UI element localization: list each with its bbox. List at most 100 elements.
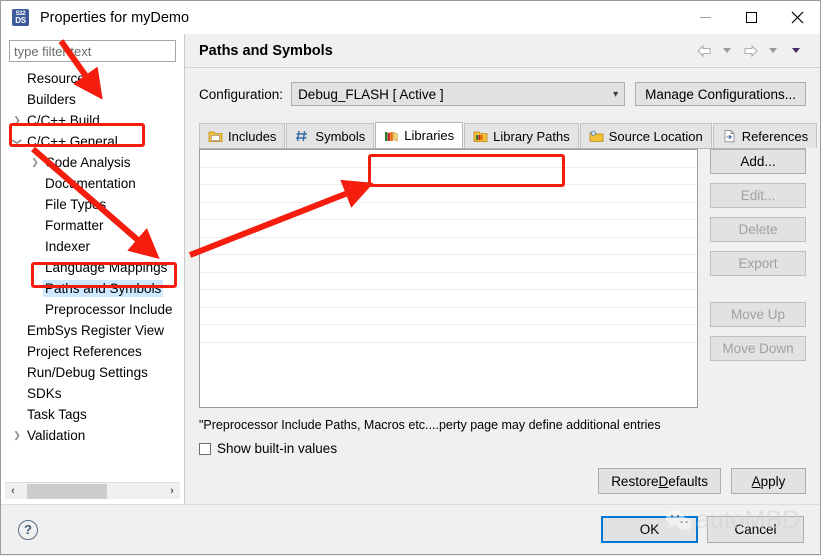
list-row[interactable] (200, 238, 697, 255)
list-row[interactable] (200, 203, 697, 220)
tree-indent-spacer: ❯ (9, 368, 25, 377)
tree-item-label: Resource (27, 71, 85, 86)
show-builtin-values-checkbox[interactable] (199, 442, 211, 455)
list-row[interactable] (200, 168, 697, 185)
list-row[interactable] (200, 150, 697, 168)
tree-item-label: Preprocessor Include (45, 302, 173, 317)
tab-label: References (741, 128, 809, 144)
scrollbar-track[interactable] (21, 483, 164, 499)
tab-label: Libraries (404, 128, 455, 143)
chevron-right-icon[interactable]: ❯ (9, 431, 25, 440)
chevron-down-filled-icon (792, 48, 800, 53)
back-menu-button[interactable] (717, 41, 737, 61)
tree-item-task-tags[interactable]: ❯Task Tags (1, 404, 184, 425)
list-row[interactable] (200, 220, 697, 238)
close-button[interactable] (774, 1, 820, 34)
configuration-dropdown[interactable]: Debug_FLASH [ Active ] ▾ (291, 82, 626, 106)
tab-label: Source Location (608, 128, 703, 144)
chevron-down-icon (723, 48, 731, 53)
chevron-down-icon[interactable]: ❯ (13, 134, 23, 150)
tree-item-label: Paths and Symbols (43, 280, 164, 297)
maximize-icon (745, 12, 757, 23)
chevron-right-icon[interactable]: ❯ (9, 116, 25, 125)
chevron-right-icon[interactable]: ❯ (27, 158, 43, 167)
tree-item-label: Validation (27, 428, 86, 443)
button-group-spacer (710, 285, 806, 302)
tree-item-code-analysis[interactable]: ❯ Code Analysis (1, 152, 184, 173)
tab-library-paths[interactable]: Library Paths (464, 123, 579, 148)
tree-item-file-types[interactable]: ❯File Types (1, 194, 184, 215)
tab-source-location[interactable]: Source Location (579, 123, 712, 148)
page-content: Configuration: Debug_FLASH [ Active ] ▾ … (185, 68, 820, 504)
libraries-list[interactable] (199, 149, 698, 408)
tree-item-label: Builders (27, 92, 76, 107)
list-row[interactable] (200, 185, 697, 203)
source-location-folder-icon (589, 129, 604, 143)
apply-accesskey: A (751, 473, 761, 489)
restore-defaults-button[interactable]: Restore Defaults (598, 468, 721, 494)
list-row[interactable] (200, 273, 697, 290)
tree-item-c-c-general[interactable]: ❯ C/C++ General (1, 131, 184, 152)
cancel-button[interactable]: Cancel (707, 516, 804, 543)
page-menu-button[interactable] (786, 41, 806, 61)
move-down-button: Move Down (710, 336, 806, 361)
tree-item-embsys-register-view[interactable]: ❯EmbSys Register View (1, 320, 184, 341)
filter-input[interactable]: type filter text (9, 40, 176, 62)
show-builtin-values-row[interactable]: Show built-in values (199, 441, 806, 456)
tree-item-run-debug-settings[interactable]: ❯Run/Debug Settings (1, 362, 184, 383)
tree-item-label: File Types (45, 197, 107, 212)
tree-item-paths-and-symbols[interactable]: ❯Paths and Symbols (1, 278, 184, 299)
list-row[interactable] (200, 325, 697, 343)
forward-button[interactable] (740, 41, 760, 61)
close-icon (791, 11, 803, 24)
forward-menu-button[interactable] (763, 41, 783, 61)
page-header: Paths and Symbols (185, 34, 820, 68)
list-row[interactable] (200, 308, 697, 325)
minimize-icon (699, 17, 711, 18)
tree-item-language-mappings[interactable]: ❯Language Mappings (1, 257, 184, 278)
tab-label: Symbols (315, 128, 366, 144)
apply-label-post: pply (760, 473, 786, 489)
list-row[interactable] (200, 290, 697, 308)
apply-button[interactable]: Apply (731, 468, 806, 494)
tab-libraries[interactable]: Libraries (375, 122, 464, 148)
back-arrow-icon (696, 44, 711, 57)
tree-item-resource[interactable]: ❯Resource (1, 68, 184, 89)
restore-defaults-label-post: efaults (668, 473, 708, 489)
tab-includes[interactable]: Includes (199, 123, 286, 148)
filter-placeholder-text: type filter text (14, 43, 92, 59)
tree-indent-spacer: ❯ (9, 347, 25, 356)
properties-dialog: S32 DS Properties for myDemo type filter… (0, 0, 821, 555)
tree-item-validation[interactable]: ❯ Validation (1, 425, 184, 446)
tree-item-builders[interactable]: ❯Builders (1, 89, 184, 110)
tab-references[interactable]: References (712, 123, 818, 148)
tree-horizontal-scrollbar[interactable]: ‹ › (5, 482, 180, 499)
tab-symbols[interactable]: Symbols (286, 123, 375, 148)
tree-item-formatter[interactable]: ❯Formatter (1, 215, 184, 236)
tree-item-sdks[interactable]: ❯SDKs (1, 383, 184, 404)
tree-item-c-c-build[interactable]: ❯ C/C++ Build (1, 110, 184, 131)
manage-configurations-button[interactable]: Manage Configurations... (635, 82, 806, 106)
tree-item-label: Formatter (45, 218, 104, 233)
tree-item-documentation[interactable]: ❯Documentation (1, 173, 184, 194)
page-title: Paths and Symbols (199, 42, 333, 59)
minimize-button[interactable] (682, 1, 728, 34)
maximize-button[interactable] (728, 1, 774, 34)
chevron-down-icon: ▾ (613, 88, 619, 100)
tree-item-indexer[interactable]: ❯Indexer (1, 236, 184, 257)
library-paths-folder-icon (473, 129, 488, 143)
ok-button[interactable]: OK (601, 516, 698, 543)
tree-item-label: C/C++ General (27, 134, 118, 149)
scroll-right-icon[interactable]: › (164, 485, 180, 497)
help-question-icon[interactable]: ? (18, 519, 38, 540)
scroll-left-icon[interactable]: ‹ (5, 485, 21, 497)
add-button[interactable]: Add... (710, 149, 806, 174)
references-page-icon (722, 129, 737, 143)
restore-defaults-accesskey: D (658, 473, 669, 489)
list-row[interactable] (200, 255, 697, 273)
tree-item-project-references[interactable]: ❯Project References (1, 341, 184, 362)
tree-item-preprocessor-include[interactable]: ❯Preprocessor Include (1, 299, 184, 320)
back-button[interactable] (694, 41, 714, 61)
scrollbar-thumb[interactable] (27, 483, 107, 499)
page-nav-buttons (694, 41, 806, 61)
